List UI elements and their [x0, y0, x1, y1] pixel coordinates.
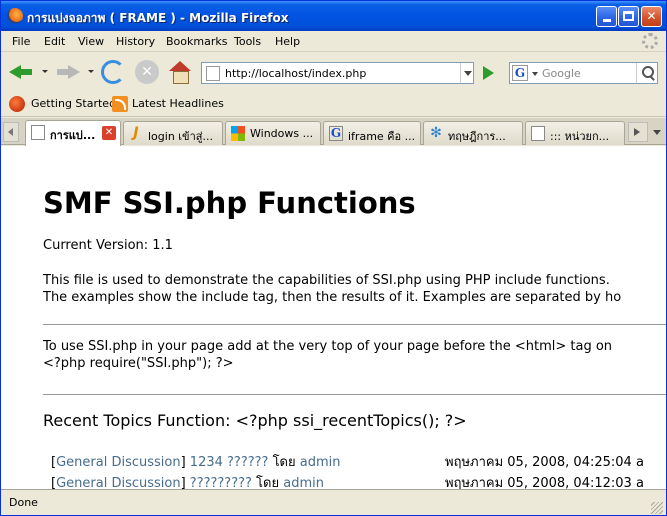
back-history-dropdown-icon[interactable] — [42, 70, 48, 73]
list-all-tabs-button[interactable] — [650, 122, 664, 142]
go-button[interactable] — [479, 64, 497, 82]
menu-bookmarks[interactable]: Bookmarks — [166, 35, 227, 48]
page-icon — [531, 126, 545, 141]
author-link[interactable]: admin — [300, 455, 341, 470]
minimize-button[interactable] — [596, 6, 617, 27]
usage-code-line: <?php require("SSI.php"); ?> — [43, 356, 234, 371]
menu-bar: File Edit View History Bookmarks Tools H… — [1, 31, 666, 52]
menu-edit[interactable]: Edit — [44, 35, 65, 48]
by-label: โดย — [272, 455, 296, 470]
bookmark-latest-headlines[interactable]: Latest Headlines — [132, 97, 224, 110]
board-link[interactable]: General Discussion — [56, 476, 181, 489]
page-icon — [31, 125, 45, 140]
close-tab-icon[interactable]: ✕ — [102, 126, 116, 140]
topic-row: [General Discussion] ????????? โดย admin — [51, 476, 324, 489]
divider — [43, 394, 666, 395]
menu-file[interactable]: File — [12, 35, 30, 48]
version-text: Current Version: 1.1 — [43, 238, 173, 253]
section-title: Recent Topics Function: <?php ssi_recent… — [43, 411, 467, 430]
topic-date: พฤษภาคม 05, 2008, 04:25:04 a — [445, 455, 644, 470]
maximize-button[interactable] — [618, 6, 639, 27]
search-icon[interactable] — [636, 63, 658, 83]
tab-label: iframe คือ ... — [348, 130, 416, 143]
tab-scroll-right-button[interactable] — [628, 122, 648, 142]
tab-theory[interactable]: ✻ ทฤษฎีการ... — [423, 121, 523, 145]
usage-line-1: To use SSI.php in your page add at the v… — [43, 339, 613, 354]
search-engine-dropdown-icon[interactable] — [532, 72, 538, 76]
window-title: การแบ่งจอภาพ ( FRAME ) - Mozilla Firefox — [27, 11, 289, 25]
tab-label: ทฤษฎีการ... — [448, 130, 506, 143]
intro-line-2: The examples show the include tag, then … — [43, 290, 622, 305]
forward-history-dropdown-icon[interactable] — [88, 70, 94, 73]
resize-grip-icon[interactable] — [651, 502, 663, 514]
topic-link[interactable]: ????????? — [190, 476, 252, 489]
tab-scroll-left-button[interactable] — [3, 122, 19, 142]
browser-window: การแบ่งจอภาพ ( FRAME ) - Mozilla Firefox… — [0, 0, 667, 516]
status-bar: Done — [1, 489, 666, 515]
forward-button[interactable] — [57, 60, 81, 84]
tab-label: login เข้าสู่... — [148, 130, 213, 143]
search-bar[interactable]: G Google — [509, 62, 658, 84]
topic-date: พฤษภาคม 05, 2008, 04:12:03 a — [445, 476, 644, 489]
back-button[interactable] — [9, 60, 33, 84]
maximize-icon — [623, 11, 634, 21]
throbber-icon — [642, 33, 658, 49]
search-input[interactable]: Google — [542, 67, 581, 80]
tab-active[interactable]: การแบ่... ✕ — [25, 120, 121, 146]
author-link[interactable]: admin — [283, 476, 324, 489]
tab-strip: การแบ่... ✕ J login เข้าสู่... Windows .… — [1, 118, 666, 146]
joomla-icon: J — [133, 125, 139, 141]
tab-label: ::: หน่วยก... — [550, 130, 610, 143]
topic-link[interactable]: 1234 ?????? — [190, 455, 269, 470]
tab-unit[interactable]: ::: หน่วยก... — [525, 121, 625, 145]
close-icon: ✕ — [646, 9, 657, 23]
tab-label: Windows ... — [250, 127, 314, 140]
menu-tools[interactable]: Tools — [234, 35, 261, 48]
intro-line-1: This file is used to demonstrate the cap… — [43, 273, 610, 288]
bookmark-getting-started[interactable]: Getting Started — [31, 97, 116, 110]
page-content: SMF SSI.php Functions Current Version: 1… — [1, 146, 666, 489]
rss-icon — [112, 96, 128, 112]
home-button[interactable] — [168, 60, 192, 84]
bookmarks-toolbar: Getting Started Latest Headlines — [1, 91, 666, 117]
windows-icon — [231, 126, 245, 141]
firefox-icon — [7, 8, 23, 24]
address-dropdown-button[interactable] — [460, 63, 474, 83]
tab-login[interactable]: J login เข้าสู่... — [123, 121, 223, 145]
close-window-button[interactable]: ✕ — [641, 6, 662, 27]
by-label: โดย — [256, 476, 280, 489]
snowflake-icon: ✻ — [430, 125, 442, 141]
google-icon: G — [329, 126, 343, 141]
reload-button[interactable] — [101, 60, 125, 84]
page-title: SMF SSI.php Functions — [43, 186, 416, 220]
tab-iframe[interactable]: G iframe คือ ... — [323, 121, 421, 145]
status-text: Done — [9, 496, 38, 509]
title-bar: การแบ่งจอภาพ ( FRAME ) - Mozilla Firefox… — [1, 1, 666, 31]
menu-help[interactable]: Help — [275, 35, 300, 48]
address-input[interactable]: http://localhost/index.php — [225, 67, 366, 80]
firefox-bookmark-icon — [9, 96, 25, 112]
menu-history[interactable]: History — [116, 35, 155, 48]
board-link[interactable]: General Discussion — [56, 455, 181, 470]
tab-label: การแบ่... — [50, 129, 96, 142]
topic-row: [General Discussion] 1234 ?????? โดย adm… — [51, 455, 341, 470]
page-icon — [206, 66, 220, 81]
menu-view[interactable]: View — [78, 35, 104, 48]
address-bar[interactable]: http://localhost/index.php — [201, 62, 474, 84]
divider — [43, 324, 666, 325]
minimize-icon — [602, 19, 611, 22]
navigation-toolbar: ✕ http://localhost/index.php G Google — [1, 53, 666, 91]
google-icon[interactable]: G — [512, 65, 528, 81]
stop-button[interactable]: ✕ — [135, 60, 159, 84]
tab-windows[interactable]: Windows ... — [225, 121, 321, 145]
